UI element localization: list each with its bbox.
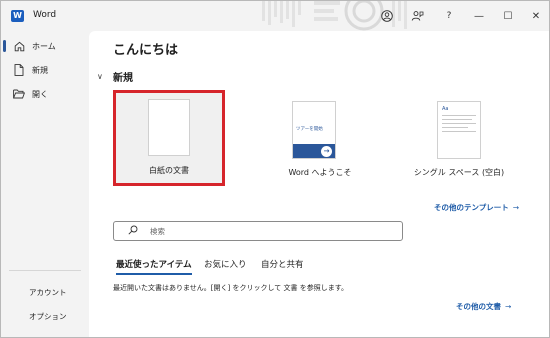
blank-document-thumbnail [148, 99, 190, 156]
arrow-right-icon: → [505, 302, 512, 311]
sidebar-item-home[interactable]: ホーム [1, 35, 89, 57]
arrow-right-icon: → [321, 146, 332, 157]
title-bar: W Word ? — ☐ ✕ [1, 1, 549, 31]
backstage-sidebar: ホーム 新規 開く アカウント オプション [1, 31, 89, 337]
new-document-icon [13, 64, 25, 76]
account-avatar-button[interactable] [379, 8, 395, 24]
template-blank-document[interactable]: 白紙の文書 [113, 90, 225, 186]
collaborate-button[interactable] [409, 8, 425, 24]
single-spaced-thumbnail-text: Aa [442, 106, 449, 112]
template-single-spaced[interactable]: Aa シングル スペース (空白) [404, 91, 514, 187]
page-title: こんにちは [113, 43, 179, 58]
sidebar-item-label: 開く [32, 89, 48, 99]
sidebar-item-open[interactable]: 開く [1, 83, 89, 105]
folder-open-icon [13, 88, 25, 100]
template-label: シングル スペース (空白) [413, 168, 505, 177]
home-icon [13, 40, 25, 52]
search-icon [128, 225, 138, 238]
more-templates-label: その他のテンプレート [434, 203, 509, 212]
search-input[interactable] [150, 225, 390, 238]
more-documents-label: その他の文書 [456, 302, 501, 311]
person-icon [381, 10, 393, 22]
new-section-title: 新規 [113, 73, 133, 84]
sidebar-item-label: 新規 [32, 65, 48, 75]
search-box[interactable] [113, 221, 403, 241]
arrow-right-icon: → [512, 203, 520, 212]
sidebar-item-account[interactable]: アカウント [1, 281, 89, 303]
text-line [442, 119, 472, 120]
text-line [442, 115, 476, 116]
tab-favorites[interactable]: お気に入り [204, 258, 247, 270]
tab-shared-with-me[interactable]: 自分と共有 [261, 258, 304, 270]
close-button[interactable]: ✕ [528, 8, 544, 24]
sidebar-divider [9, 270, 81, 271]
sidebar-item-options[interactable]: オプション [1, 305, 89, 327]
empty-recent-message: 最近開いた文書はありません。[開く] をクリックして 文書 を参照します。 [113, 284, 349, 292]
help-button[interactable]: ? [441, 8, 457, 24]
text-line [442, 131, 476, 132]
more-documents-link[interactable]: その他の文書 → [456, 301, 511, 312]
people-share-icon [411, 11, 423, 21]
single-spaced-thumbnail: Aa [437, 101, 481, 159]
template-welcome-to-word[interactable]: ツアーを開始 → Word へようこそ [265, 91, 375, 187]
collapse-section-button[interactable]: ∨ [97, 72, 103, 81]
more-templates-link[interactable]: その他のテンプレート → [434, 202, 519, 213]
main-panel: こんにちは ∨ 新規 白紙の文書 ツアーを開始 → Word へようこそ Aa [89, 31, 549, 337]
app-title: Word [33, 10, 57, 20]
text-line [442, 123, 476, 124]
maximize-button[interactable]: ☐ [500, 8, 516, 24]
word-app-icon: W [11, 10, 24, 22]
tab-recent[interactable]: 最近使ったアイテム [116, 258, 192, 275]
sidebar-item-new[interactable]: 新規 [1, 59, 89, 81]
welcome-thumbnail: ツアーを開始 → [292, 101, 336, 159]
sidebar-item-label: ホーム [32, 41, 56, 51]
text-line [442, 127, 468, 128]
template-label: 白紙の文書 [149, 166, 189, 175]
minimize-button[interactable]: — [471, 8, 487, 24]
welcome-thumbnail-text: ツアーを開始 [296, 127, 323, 132]
template-label: Word へようこそ [288, 168, 352, 177]
word-window: W Word ? — ☐ ✕ ホーム 新規 開く アカウント オプション こんに… [0, 0, 550, 338]
